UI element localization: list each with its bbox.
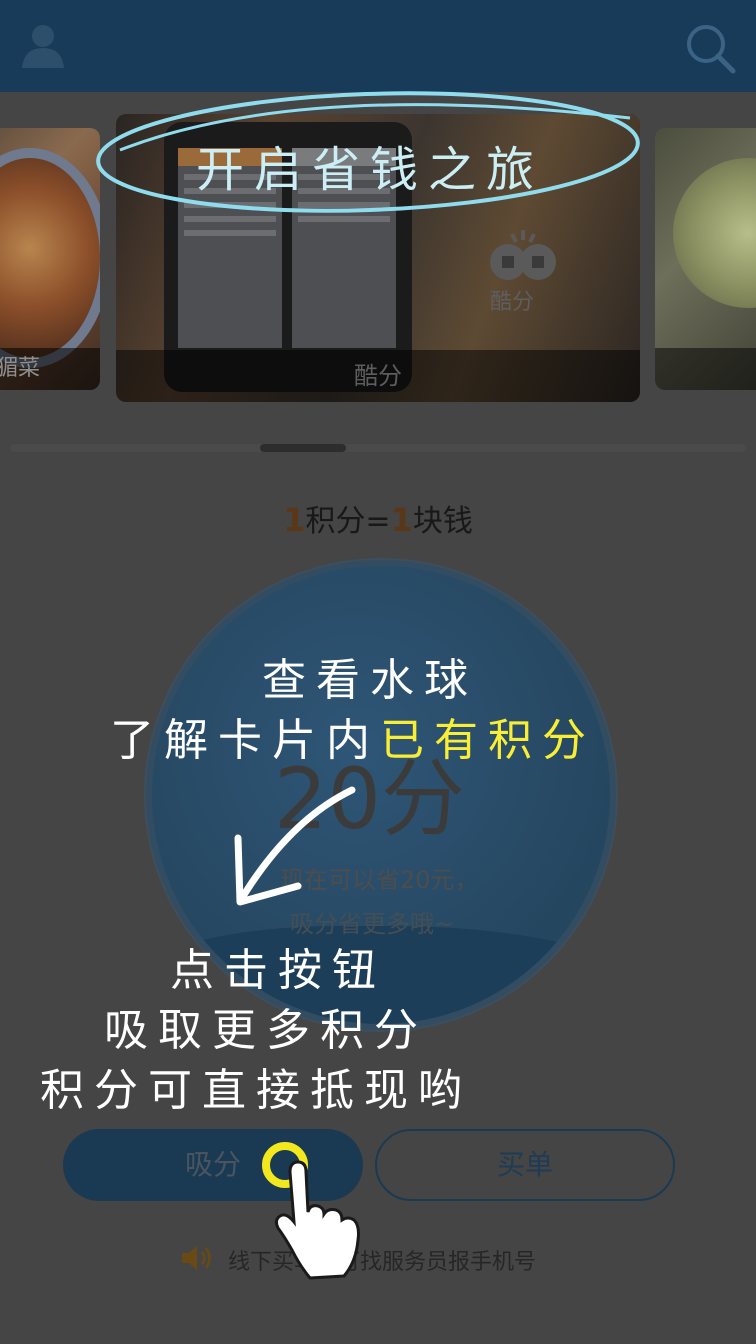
app-root: { "header": {"avatar_icon": "avatar-icon… [0,0,756,1344]
banner-title: 开启省钱之旅 [196,142,545,198]
carousel-card-left[interactable]: 猸菜 [0,128,100,390]
top-bar [0,0,756,92]
food-image [0,148,100,368]
tutorial-line-4: 吸取更多积分 [104,1005,428,1056]
rate-mid: 积分= [305,504,391,539]
card-label [655,348,756,390]
tutorial-line-2: 了解卡片内已有积分 [110,704,596,768]
speaker-icon [182,1246,211,1270]
rate-points: 1 [283,501,306,539]
rate-money: 1 [390,501,413,539]
tutorial-highlight: 已有积分 [380,715,596,766]
card-label: 酷分 [116,350,640,402]
arrow-icon [234,786,356,906]
lime-image [673,158,756,308]
rate-unit: 块钱 [412,504,473,539]
coins-icon [490,230,556,280]
avatar-icon[interactable] [20,22,66,68]
page-indicator-active [260,444,346,452]
carousel-card-right[interactable] [655,128,756,390]
pay-bill-button[interactable]: 买单 [375,1129,675,1201]
card-label: 猸菜 [0,348,100,390]
page-indicator [10,444,746,452]
exchange-rate: 1积分=1块钱 [0,496,756,540]
tutorial-line-1: 查看水球 [262,655,478,706]
tutorial-line-5: 积分可直接抵现哟 [40,1065,472,1116]
hand-pointer-icon [274,1160,360,1280]
coins-label: 酷分 [490,290,535,315]
tutorial-line-2a: 了解卡片内 [110,715,380,766]
search-icon[interactable] [684,22,736,74]
tutorial-line-3: 点击按钮 [170,945,386,996]
